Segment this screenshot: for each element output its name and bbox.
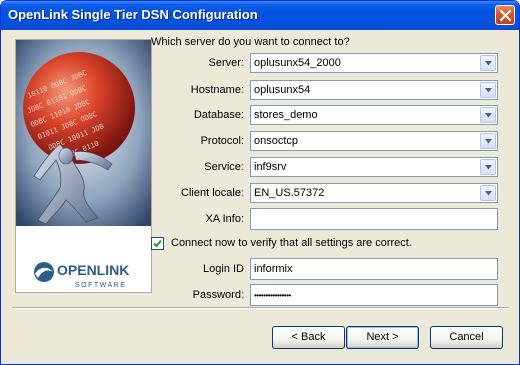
chevron-down-icon [485,165,492,170]
logo-panel: 10110 ODBC JDBC JDBC 01101 ODBC ODBC 110… [15,39,152,293]
login-id-label: Login ID [203,263,244,275]
connect-now-label[interactable]: Connect now to verify that all settings … [171,237,412,249]
password-label: Password: [192,289,244,301]
protocol-value: onsoctcp [254,135,299,147]
hostname-dropdown-button[interactable] [480,82,496,98]
client-locale-value: EN_US.57372 [254,187,325,199]
protocol-dropdown-button[interactable] [480,133,496,149]
checkmark-icon [153,239,162,248]
password-value: •••••••••••••••• [254,291,291,300]
chevron-down-icon [485,113,492,118]
logo-sub-text: SOFTWARE [75,282,126,289]
window-title: OpenLink Single Tier DSN Configuration [8,7,258,22]
xa-info-label: XA Info: [205,213,244,225]
dialog-body: 10110 ODBC JDBC JDBC 01101 ODBC ODBC 110… [4,30,516,362]
server-label: Server: [208,57,244,69]
client-locale-label: Client locale: [181,187,244,199]
client-locale-combo[interactable]: EN_US.57372 [250,183,498,203]
login-id-value: informix [254,263,293,275]
service-combo[interactable]: inf9srv [250,157,498,177]
chevron-down-icon [485,61,492,66]
chevron-down-icon [485,88,492,93]
title-bar: OpenLink Single Tier DSN Configuration [1,1,519,30]
cancel-button[interactable]: Cancel [430,326,503,349]
close-icon [500,10,511,21]
hostname-label: Hostname: [190,84,244,96]
back-button[interactable]: < Back [272,326,345,349]
protocol-label: Protocol: [200,135,244,147]
dsn-configuration-window: OpenLink Single Tier DSN Configuration 1… [0,0,520,365]
service-label: Service: [204,161,244,173]
service-value: inf9srv [254,161,287,173]
client-locale-dropdown-button[interactable] [480,185,496,201]
protocol-combo[interactable]: onsoctcp [250,131,498,151]
login-id-input[interactable]: informix [250,258,498,280]
server-combo[interactable]: oplusunx54_2000 [250,53,498,73]
hostname-combo[interactable]: oplusunx54 [250,80,498,100]
server-dropdown-button[interactable] [480,55,496,71]
database-label: Database: [193,109,244,121]
database-value: stores_demo [254,109,318,121]
openlink-logo-mark [34,262,54,282]
next-button[interactable]: Next > [346,326,419,349]
openlink-globe-illustration: 10110 ODBC JDBC JDBC 01101 ODBC ODBC 110… [16,40,151,292]
xa-info-input[interactable] [250,208,498,230]
chevron-down-icon [485,191,492,196]
database-dropdown-button[interactable] [480,107,496,123]
logo-brand-text: OPENLINK [57,262,129,278]
close-button[interactable] [495,5,515,25]
database-combo[interactable]: stores_demo [250,105,498,125]
server-value: oplusunx54_2000 [254,57,341,69]
chevron-down-icon [485,139,492,144]
hostname-value: oplusunx54 [254,84,311,96]
service-dropdown-button[interactable] [480,159,496,175]
connect-now-checkbox[interactable] [151,237,164,250]
divider [12,307,509,309]
server-prompt: Which server do you want to connect to? [151,36,350,48]
password-input[interactable]: •••••••••••••••• [250,284,498,306]
